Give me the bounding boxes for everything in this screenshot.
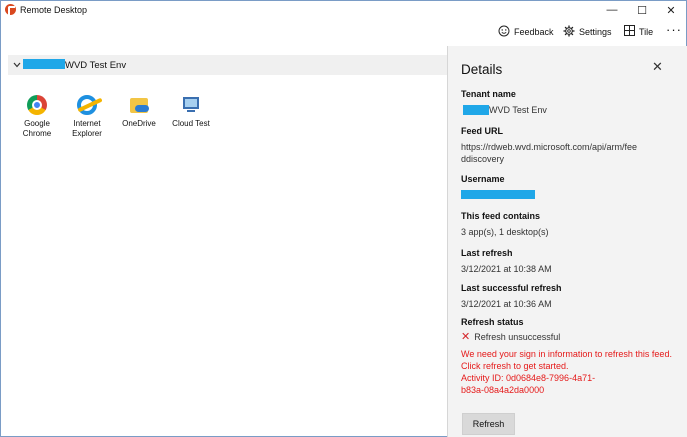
app-tile-cloud-test[interactable]: Cloud Test bbox=[169, 95, 213, 129]
onedrive-icon bbox=[129, 95, 149, 115]
more-options-button[interactable]: ··· bbox=[666, 22, 682, 37]
tile-grid-icon bbox=[624, 25, 635, 38]
username-value-row bbox=[461, 189, 676, 201]
settings-label: Settings bbox=[579, 27, 612, 37]
chrome-icon bbox=[27, 95, 47, 115]
feedback-button[interactable]: Feedback bbox=[498, 25, 554, 39]
tenant-name-value: WVD Test Env bbox=[489, 105, 547, 115]
feed-contains-field: This feed contains 3 app(s), 1 desktop(s… bbox=[461, 211, 676, 238]
refresh-error-message: We need your sign in information to refr… bbox=[461, 348, 676, 396]
feed-contains-value: 3 app(s), 1 desktop(s) bbox=[461, 227, 549, 237]
last-refresh-value: 3/12/2021 at 10:38 AM bbox=[461, 264, 552, 274]
app-tile-internet-explorer[interactable]: Internet Explorer bbox=[65, 95, 109, 139]
close-icon[interactable]: ✕ bbox=[652, 59, 663, 75]
details-pane: Details ✕ Tenant name WVD Test Env Feed … bbox=[447, 46, 687, 437]
error-x-icon: ✕ bbox=[461, 331, 471, 343]
smiley-icon bbox=[498, 25, 510, 39]
internet-explorer-icon bbox=[77, 95, 97, 115]
remote-desktop-app-icon bbox=[5, 4, 16, 15]
tenant-name-field: Tenant name WVD Test Env bbox=[461, 89, 676, 116]
title-bar: Remote Desktop — ☐ ✕ bbox=[1, 1, 686, 19]
feed-url-field: Feed URL https://rdweb.wvd.microsoft.com… bbox=[461, 126, 676, 165]
tile-view-button[interactable]: Tile bbox=[624, 25, 653, 38]
settings-button[interactable]: Settings bbox=[563, 25, 612, 39]
command-bar: Feedback Settings Tile ··· bbox=[1, 19, 686, 45]
details-title: Details bbox=[461, 62, 503, 77]
feed-url-value: https://rdweb.wvd.microsoft.com/api/arm/… bbox=[461, 142, 638, 164]
refresh-status-label: Refresh status bbox=[461, 317, 524, 327]
refresh-status-field: Refresh status ✕ Refresh unsuccessful bbox=[461, 317, 676, 343]
app-tile-google-chrome[interactable]: Google Chrome bbox=[15, 95, 59, 139]
window-title: Remote Desktop bbox=[20, 5, 88, 15]
redacted-username bbox=[461, 190, 535, 199]
tenant-name-value-row: WVD Test Env bbox=[461, 104, 676, 116]
activity-id: Activity ID: 0d0684e8-7996-4a71-b83a-08a… bbox=[461, 373, 596, 395]
maximize-button[interactable]: ☐ bbox=[627, 1, 657, 19]
app-label: Cloud Test bbox=[172, 119, 210, 128]
app-tile-onedrive[interactable]: OneDrive bbox=[117, 95, 161, 129]
redacted-tenant-prefix bbox=[23, 59, 65, 69]
gear-icon bbox=[563, 25, 575, 39]
tenant-name-label: Tenant name bbox=[461, 89, 516, 99]
last-successful-refresh-value: 3/12/2021 at 10:36 AM bbox=[461, 299, 552, 309]
workspace-group-header[interactable]: WVD Test Env bbox=[8, 55, 447, 75]
chevron-down-icon[interactable] bbox=[13, 61, 21, 70]
app-label: Google Chrome bbox=[22, 119, 52, 138]
app-label: OneDrive bbox=[122, 119, 156, 128]
desktop-icon bbox=[181, 95, 201, 115]
last-refresh-field: Last refresh 3/12/2021 at 10:38 AM bbox=[461, 248, 676, 275]
workspace-group-title: WVD Test Env bbox=[65, 60, 127, 71]
redacted-tenant-prefix bbox=[463, 105, 489, 115]
app-label: Internet Explorer bbox=[72, 119, 102, 138]
feed-url-label: Feed URL bbox=[461, 126, 504, 136]
username-field: Username bbox=[461, 174, 676, 201]
remote-desktop-window: Remote Desktop — ☐ ✕ Feedback Settings T… bbox=[0, 0, 687, 437]
minimize-button[interactable]: — bbox=[597, 1, 627, 19]
refresh-status-value: Refresh unsuccessful bbox=[474, 332, 561, 342]
feed-contains-label: This feed contains bbox=[461, 211, 541, 221]
feedback-label: Feedback bbox=[514, 27, 554, 37]
last-successful-refresh-field: Last successful refresh 3/12/2021 at 10:… bbox=[461, 283, 676, 310]
last-refresh-label: Last refresh bbox=[461, 248, 513, 258]
refresh-button[interactable]: Refresh bbox=[462, 413, 515, 435]
refresh-status-row: ✕ Refresh unsuccessful bbox=[461, 331, 676, 343]
username-label: Username bbox=[461, 174, 505, 184]
tile-label: Tile bbox=[639, 26, 654, 37]
close-window-button[interactable]: ✕ bbox=[656, 1, 686, 19]
last-successful-refresh-label: Last successful refresh bbox=[461, 283, 562, 293]
error-text: We need your sign in information to refr… bbox=[461, 349, 672, 371]
